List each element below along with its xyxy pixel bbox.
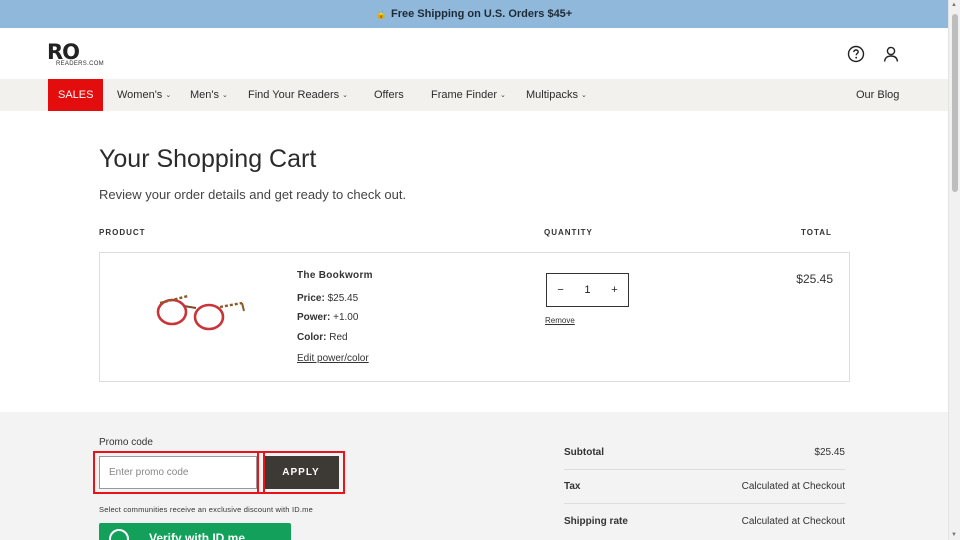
page-title: Your Shopping Cart [99, 145, 317, 173]
nav-item-label: Find Your Readers [248, 89, 340, 101]
power-value: +1.00 [333, 312, 359, 323]
shipping-label: Shipping rate [564, 515, 628, 527]
main-nav: SALES Women's ⌄ Men's ⌄ Find Your Reader… [0, 79, 948, 111]
scrollbar-thumb[interactable] [952, 14, 958, 192]
product-image[interactable] [154, 293, 246, 335]
nav-item-label: Frame Finder [431, 89, 498, 101]
summary-shipping-row: Shipping rate Calculated at Checkout [564, 504, 845, 538]
nav-item-frame-finder[interactable]: Frame Finder ⌄ [431, 79, 506, 111]
chevron-down-icon: ⌄ [342, 92, 348, 99]
remove-item-link[interactable]: Remove [545, 316, 575, 325]
power-label: Power: [297, 312, 331, 323]
nav-item-mens[interactable]: Men's ⌄ [190, 79, 228, 111]
idme-note: Select communities receive an exclusive … [99, 505, 313, 514]
nav-item-womens[interactable]: Women's ⌄ [117, 79, 171, 111]
product-power: Power: +1.00 [297, 312, 358, 323]
nav-item-label: Men's [190, 89, 219, 101]
nav-item-multipacks[interactable]: Multipacks ⌄ [526, 79, 587, 111]
price-label: Price: [297, 293, 325, 304]
quantity-value[interactable]: 1 [584, 284, 590, 296]
subtotal-label: Subtotal [564, 447, 604, 458]
line-total: $25.45 [796, 272, 833, 286]
nav-item-label: Multipacks [526, 89, 578, 101]
nav-item-sales[interactable]: SALES [48, 79, 104, 111]
product-price: Price: $25.45 [297, 293, 358, 304]
product-color: Color: Red [297, 332, 348, 343]
help-circle-icon[interactable] [847, 45, 865, 63]
quantity-stepper: − 1 + [546, 273, 629, 307]
price-value: $25.45 [327, 293, 359, 304]
color-label: Color: [297, 332, 327, 343]
chevron-down-icon: ⌄ [165, 92, 172, 99]
announcement-bar: 🔒 Free Shipping on U.S. Orders $45+ [0, 0, 948, 28]
summary-tax-row: Tax Calculated at Checkout [564, 470, 845, 504]
chevron-down-icon: ⌄ [500, 92, 506, 99]
lock-icon: 🔒 [375, 8, 387, 19]
column-header-quantity: QUANTITY [544, 228, 593, 237]
nav-item-offers[interactable]: Offers [374, 79, 404, 111]
edit-power-color-link[interactable]: Edit power/color [297, 353, 369, 364]
nav-item-our-blog[interactable]: Our Blog [856, 79, 899, 111]
site-header: RO READERS.COM [0, 28, 948, 79]
nav-item-label: Women's [117, 89, 163, 101]
product-name[interactable]: The Bookworm [297, 270, 373, 281]
idme-check-icon [109, 529, 129, 540]
promo-code-label: Promo code [99, 437, 153, 448]
tax-label: Tax [564, 481, 581, 492]
quantity-increase-button[interactable]: + [611, 284, 617, 296]
chevron-down-icon: ⌄ [222, 92, 228, 99]
cart-footer: Promo code APPLY Select communities rece… [0, 412, 948, 540]
shipping-value: Calculated at Checkout [741, 515, 845, 527]
logo-subtitle: READERS.COM [56, 61, 104, 67]
nav-item-label: Offers [374, 89, 404, 101]
scroll-up-icon[interactable]: ▲ [951, 2, 957, 8]
scroll-down-icon[interactable]: ▼ [951, 532, 957, 538]
color-value: Red [329, 332, 348, 343]
logo-mark: RO [47, 40, 80, 64]
announcement-text: Free Shipping on U.S. Orders $45+ [390, 8, 573, 20]
column-header-total: TOTAL [801, 228, 832, 237]
highlight-box-promo-input [93, 451, 265, 494]
highlight-box-apply-button [257, 451, 345, 494]
cart-item: The Bookworm Price: $25.45 Power: +1.00 … [99, 252, 850, 382]
page-subtitle: Review your order details and get ready … [99, 187, 407, 202]
account-icon[interactable] [882, 45, 900, 63]
verify-idme-button[interactable]: Verify with ID.me [99, 523, 291, 540]
tax-value: Calculated at Checkout [741, 481, 845, 492]
page-scrollbar[interactable]: ▲ ▼ [948, 0, 960, 540]
summary-subtotal-row: Subtotal $25.45 [564, 436, 845, 470]
subtotal-value: $25.45 [814, 447, 845, 458]
column-header-product: PRODUCT [99, 228, 146, 237]
quantity-decrease-button[interactable]: − [557, 284, 563, 296]
nav-item-find-your-readers[interactable]: Find Your Readers ⌄ [248, 79, 348, 111]
chevron-down-icon: ⌄ [580, 92, 587, 99]
site-logo[interactable]: RO READERS.COM [47, 41, 104, 67]
idme-button-label: Verify with ID.me [149, 531, 246, 540]
